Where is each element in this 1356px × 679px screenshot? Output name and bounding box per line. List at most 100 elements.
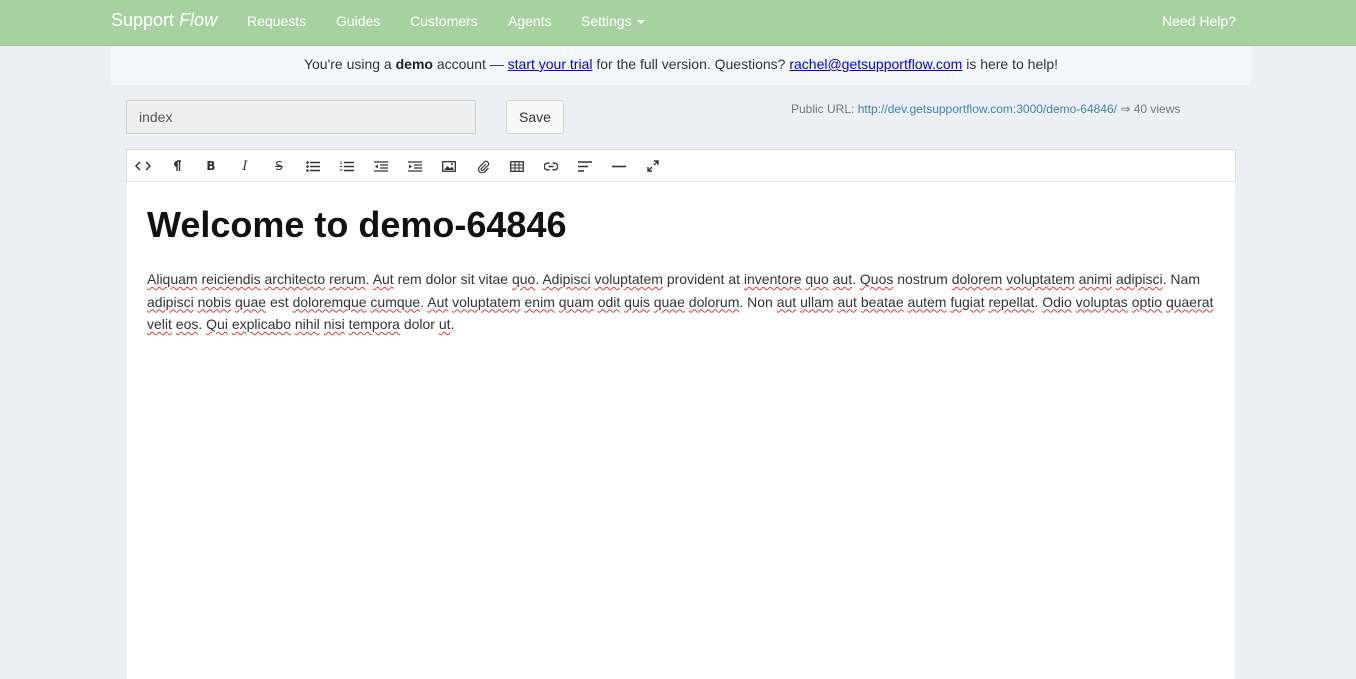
brand-name: Support <box>111 10 175 30</box>
file-attach-icon[interactable] <box>473 156 493 176</box>
misspelled-word: quae <box>653 293 685 310</box>
misspelled-word: adipisci <box>147 293 194 310</box>
save-button[interactable]: Save <box>506 100 564 134</box>
misspelled-word: ullam <box>800 293 834 310</box>
misspelled-word: inventore <box>743 271 802 287</box>
fullscreen-icon[interactable] <box>643 156 663 176</box>
public-url-link[interactable]: http://dev.getsupportflow.com:3000/demo-… <box>858 102 1117 116</box>
misspelled-word: aut <box>776 293 797 310</box>
misspelled-word: autem <box>907 293 947 310</box>
outdent-icon[interactable] <box>371 156 391 176</box>
misspelled-word: reiciendis <box>201 271 261 287</box>
unordered-list-icon[interactable] <box>303 156 323 176</box>
content-heading: Welcome to demo-64846 <box>147 204 567 245</box>
table-icon[interactable] <box>507 156 527 176</box>
misspelled-word: Qui <box>206 316 228 332</box>
italic-icon[interactable]: I <box>235 156 255 176</box>
banner-text: account — <box>432 56 508 72</box>
misspelled-word: voluptas <box>1075 293 1128 310</box>
caret-down-icon <box>636 20 645 24</box>
demo-banner: You're using a demo account — start your… <box>111 46 1251 85</box>
misspelled-word: voluptatem <box>594 271 663 287</box>
misspelled-word: ut <box>438 316 451 332</box>
text-segment: dolor <box>399 316 439 332</box>
banner-text: You're using a <box>303 56 396 72</box>
top-navbar: Support Flow Requests Guides Customers A… <box>0 0 1356 46</box>
image-icon[interactable] <box>439 156 459 176</box>
text-segment: rem dolor sit vitae <box>393 271 512 287</box>
ordered-list-icon[interactable] <box>337 156 357 176</box>
indent-icon[interactable] <box>405 156 425 176</box>
nav-requests[interactable]: Requests <box>247 13 306 29</box>
misspelled-word: Aut <box>372 271 394 287</box>
paragraph-format-icon[interactable] <box>167 156 187 176</box>
misspelled-word: Quos <box>859 271 894 287</box>
link-icon[interactable] <box>541 156 561 176</box>
nav-guides[interactable]: Guides <box>336 13 380 29</box>
misspelled-word: architecto <box>264 271 326 287</box>
misspelled-word: Odio <box>1042 293 1072 310</box>
guide-title-input[interactable] <box>126 100 476 134</box>
misspelled-word: rerum <box>329 271 366 287</box>
misspelled-word: cumque <box>370 293 421 310</box>
misspelled-word: velit <box>147 316 172 332</box>
text-segment: nostrum <box>893 271 952 287</box>
banner-demo-bold: demo <box>395 56 433 72</box>
nav-settings-dropdown[interactable]: Settings <box>581 13 645 29</box>
misspelled-word: fugiat <box>950 293 985 310</box>
text-segment: . <box>852 271 860 287</box>
banner-text: for the full version. Questions? <box>592 56 790 72</box>
text-segment: . <box>450 316 455 332</box>
strikethrough-icon[interactable]: S <box>269 156 289 176</box>
nav-customers[interactable]: Customers <box>410 13 478 29</box>
support-email-link[interactable]: rachel@getsupportflow.com <box>789 56 962 72</box>
text-segment: . Nam <box>1162 271 1200 287</box>
brand-logo[interactable]: Support Flow <box>111 10 217 31</box>
bold-icon[interactable]: B <box>201 156 221 176</box>
nav-agents[interactable]: Agents <box>508 13 552 29</box>
misspelled-word: nobis <box>197 293 232 310</box>
misspelled-word: adipisci <box>1115 271 1163 287</box>
misspelled-word: quae <box>234 293 267 310</box>
brand-name-italic: Flow <box>179 10 218 30</box>
text-segment: . <box>365 271 373 287</box>
misspelled-word: beatae <box>860 293 904 310</box>
editor-toolbar: B I S <box>126 149 1236 182</box>
nav-settings-label: Settings <box>581 13 632 29</box>
misspelled-word: repellat <box>988 293 1035 310</box>
horizontal-rule-icon[interactable] <box>609 156 629 176</box>
misspelled-word: nisi <box>323 316 345 332</box>
misspelled-word: aut <box>832 271 853 287</box>
misspelled-word: enim <box>524 293 555 310</box>
text-segment: est <box>266 293 293 310</box>
misspelled-word: aut <box>837 293 857 310</box>
misspelled-word: animi <box>1078 271 1113 287</box>
misspelled-word: dolorum <box>688 293 740 310</box>
misspelled-word: quaerat <box>1165 293 1214 310</box>
misspelled-word: Aut <box>427 293 449 310</box>
text-segment: provident at <box>662 271 744 287</box>
misspelled-word: Adipisci <box>542 271 591 287</box>
misspelled-word: optio <box>1131 293 1163 310</box>
misspelled-word: voluptatem <box>1006 271 1075 287</box>
text-segment: . <box>198 316 207 332</box>
misspelled-word: quam <box>558 293 594 310</box>
misspelled-word: doloremque <box>292 293 367 310</box>
public-url-info: Public URL: http://dev.getsupportflow.co… <box>791 102 1180 116</box>
view-count: ⇒ 40 views <box>1116 102 1181 116</box>
misspelled-word: Aliquam <box>147 271 198 287</box>
text-segment: . Non <box>739 293 777 310</box>
public-url-label: Public URL: <box>791 102 858 116</box>
editor-content-area[interactable]: Welcome to demo-64846 Aliquam reiciendis… <box>127 182 1235 679</box>
misspelled-word: tempora <box>348 316 400 332</box>
align-left-icon[interactable] <box>575 156 595 176</box>
misspelled-word: voluptatem <box>452 293 521 310</box>
start-trial-link[interactable]: start your trial <box>508 56 593 72</box>
content-paragraph: Aliquam reiciendis architecto rerum. Aut… <box>147 268 1217 336</box>
html-code-icon[interactable] <box>133 156 153 176</box>
misspelled-word: eos <box>175 316 199 332</box>
misspelled-word: dolorem <box>951 271 1003 287</box>
nav-need-help[interactable]: Need Help? <box>1162 13 1236 29</box>
misspelled-word: quo <box>511 271 536 287</box>
misspelled-word: quo <box>805 271 829 287</box>
